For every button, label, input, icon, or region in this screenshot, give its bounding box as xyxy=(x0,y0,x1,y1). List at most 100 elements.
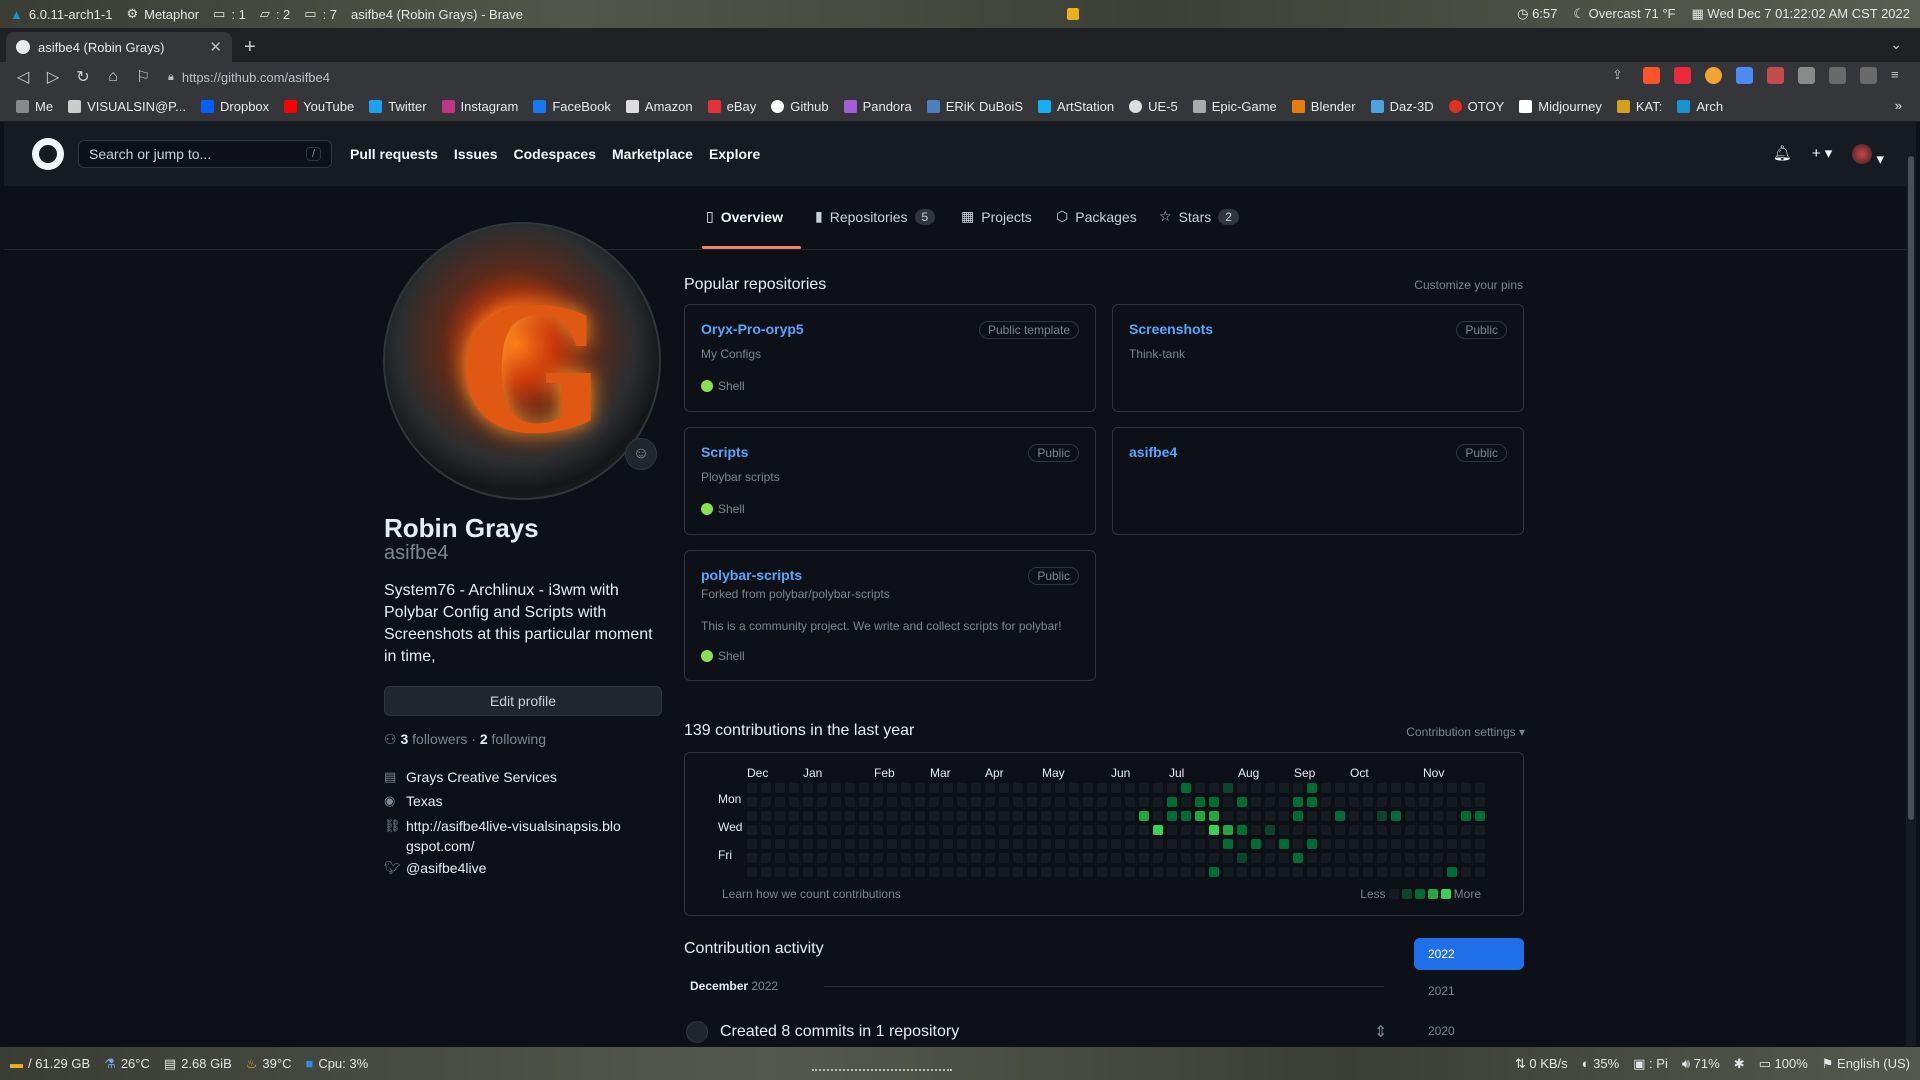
contribution-day-cell[interactable] xyxy=(1125,867,1135,877)
edit-profile-button[interactable]: Edit profile xyxy=(384,686,662,716)
following-count[interactable]: 2 xyxy=(480,731,488,747)
contribution-day-cell[interactable] xyxy=(803,783,813,793)
contribution-day-cell[interactable] xyxy=(915,811,925,821)
contribution-day-cell[interactable] xyxy=(1405,811,1415,821)
contribution-day-cell[interactable] xyxy=(1125,839,1135,849)
website-link[interactable]: http://asifbe4live-visualsinapsis.blogsp… xyxy=(406,816,622,856)
contribution-day-cell[interactable] xyxy=(1139,839,1149,849)
contribution-day-cell[interactable] xyxy=(1321,825,1331,835)
contribution-day-cell[interactable] xyxy=(1237,839,1247,849)
contribution-day-cell[interactable] xyxy=(1461,825,1471,835)
contribution-day-cell[interactable] xyxy=(1279,797,1289,807)
bell-icon[interactable]: 🔔︎ xyxy=(1773,144,1792,168)
contribution-day-cell[interactable] xyxy=(1125,825,1135,835)
contribution-day-cell[interactable] xyxy=(859,867,869,877)
contribution-day-cell[interactable] xyxy=(1307,867,1317,877)
contribution-day-cell[interactable] xyxy=(1209,797,1219,807)
contribution-day-cell[interactable] xyxy=(789,783,799,793)
browser-tab[interactable]: asifbe4 (Robin Grays) ✕ xyxy=(6,32,232,62)
contribution-day-cell[interactable] xyxy=(1041,783,1051,793)
contribution-day-cell[interactable] xyxy=(957,811,967,821)
contribution-day-cell[interactable] xyxy=(971,839,981,849)
nav-marketplace[interactable]: Marketplace xyxy=(612,146,693,162)
contribution-day-cell[interactable] xyxy=(1139,867,1149,877)
contribution-day-cell[interactable] xyxy=(1153,811,1163,821)
bookmark-erik-dubois[interactable]: ERiK DuBoiS xyxy=(926,99,1023,114)
tab-search-chevron-icon[interactable]: ⌄ xyxy=(1890,36,1902,53)
contribution-day-cell[interactable] xyxy=(1251,797,1261,807)
contribution-day-cell[interactable] xyxy=(1475,825,1485,835)
contribution-day-cell[interactable] xyxy=(789,811,799,821)
bookmark-twitter[interactable]: Twitter xyxy=(369,99,427,114)
brave-shields-icon[interactable] xyxy=(1643,67,1660,84)
learn-contributions-link[interactable]: Learn how we count contributions xyxy=(722,887,901,901)
contribution-day-cell[interactable] xyxy=(1475,867,1485,877)
contribution-day-cell[interactable] xyxy=(1013,839,1023,849)
contribution-day-cell[interactable] xyxy=(929,811,939,821)
contribution-day-cell[interactable] xyxy=(1363,839,1373,849)
contribution-day-cell[interactable] xyxy=(1097,797,1107,807)
contribution-day-cell[interactable] xyxy=(1181,797,1191,807)
contribution-day-cell[interactable] xyxy=(1433,783,1443,793)
contribution-day-cell[interactable] xyxy=(775,783,785,793)
contribution-day-cell[interactable] xyxy=(1139,811,1149,821)
nav-issues[interactable]: Issues xyxy=(454,146,498,162)
extensions-puzzle-icon[interactable] xyxy=(1798,67,1815,84)
contribution-day-cell[interactable] xyxy=(1055,811,1065,821)
contribution-day-cell[interactable] xyxy=(1349,797,1359,807)
contribution-day-cell[interactable] xyxy=(873,867,883,877)
contribution-day-cell[interactable] xyxy=(1195,839,1205,849)
contribution-day-cell[interactable] xyxy=(1377,825,1387,835)
bookmark-midjourney[interactable]: Midjourney xyxy=(1519,99,1602,114)
contribution-day-cell[interactable] xyxy=(1363,853,1373,863)
contribution-day-cell[interactable] xyxy=(789,853,799,863)
contribution-day-cell[interactable] xyxy=(1335,853,1345,863)
contribution-day-cell[interactable] xyxy=(929,853,939,863)
contribution-day-cell[interactable] xyxy=(1433,839,1443,849)
contribution-day-cell[interactable] xyxy=(901,825,911,835)
contribution-day-cell[interactable] xyxy=(915,797,925,807)
repo-name-link[interactable]: Scripts xyxy=(701,444,748,460)
contribution-day-cell[interactable] xyxy=(915,783,925,793)
contribution-day-cell[interactable] xyxy=(859,783,869,793)
bookmark-dropbox[interactable]: Dropbox xyxy=(201,99,269,114)
contribution-day-cell[interactable] xyxy=(1447,853,1457,863)
contribution-day-cell[interactable] xyxy=(803,825,813,835)
contribution-day-cell[interactable] xyxy=(1139,825,1149,835)
contribution-day-cell[interactable] xyxy=(887,853,897,863)
contribution-day-cell[interactable] xyxy=(1251,867,1261,877)
contribution-day-cell[interactable] xyxy=(1013,783,1023,793)
followers-count[interactable]: 3 xyxy=(400,731,408,747)
contribution-day-cell[interactable] xyxy=(999,867,1009,877)
contribution-day-cell[interactable] xyxy=(1391,867,1401,877)
year-2022-button[interactable]: 2022 xyxy=(1414,938,1524,970)
contribution-day-cell[interactable] xyxy=(1265,853,1275,863)
contribution-day-cell[interactable] xyxy=(901,783,911,793)
expand-icon[interactable]: ⇕ xyxy=(1374,1022,1387,1042)
contribution-day-cell[interactable] xyxy=(1419,853,1429,863)
contribution-day-cell[interactable] xyxy=(873,839,883,849)
contribution-day-cell[interactable] xyxy=(761,867,771,877)
contribution-day-cell[interactable] xyxy=(1111,867,1121,877)
contribution-day-cell[interactable] xyxy=(1279,867,1289,877)
contribution-day-cell[interactable] xyxy=(1307,783,1317,793)
forward-icon[interactable]: ▷ xyxy=(38,67,68,87)
contribution-day-cell[interactable] xyxy=(943,797,953,807)
contribution-day-cell[interactable] xyxy=(1167,825,1177,835)
contribution-day-cell[interactable] xyxy=(1195,783,1205,793)
contribution-day-cell[interactable] xyxy=(831,825,841,835)
contribution-day-cell[interactable] xyxy=(1041,811,1051,821)
contribution-day-cell[interactable] xyxy=(1363,783,1373,793)
extension-orange-icon[interactable] xyxy=(1705,67,1722,84)
contribution-day-cell[interactable] xyxy=(817,853,827,863)
contribution-day-cell[interactable] xyxy=(999,853,1009,863)
contribution-day-cell[interactable] xyxy=(929,867,939,877)
bookmark-facebook[interactable]: FaceBook xyxy=(533,99,611,114)
contribution-day-cell[interactable] xyxy=(1055,783,1065,793)
contribution-day-cell[interactable] xyxy=(747,839,757,849)
tab-projects[interactable]: ▦ Projects xyxy=(961,208,1032,225)
contribution-day-cell[interactable] xyxy=(943,839,953,849)
contribution-day-cell[interactable] xyxy=(1307,853,1317,863)
contribution-day-cell[interactable] xyxy=(859,825,869,835)
contribution-day-cell[interactable] xyxy=(1069,867,1079,877)
